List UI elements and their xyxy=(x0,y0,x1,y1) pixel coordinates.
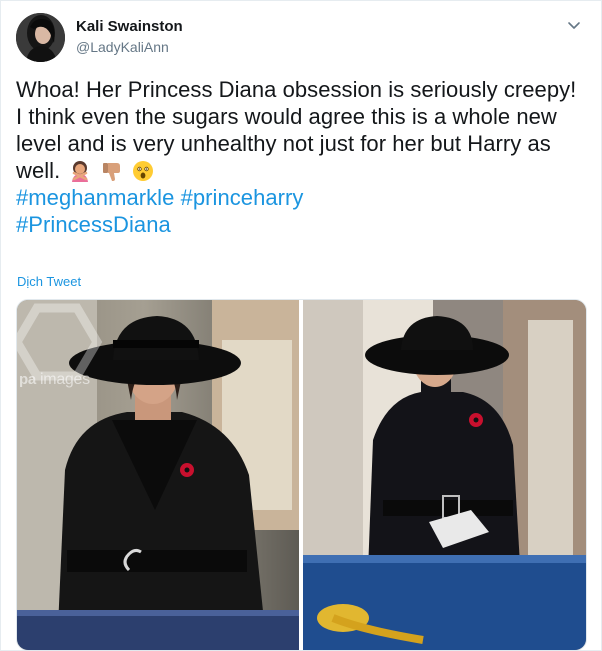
hashtag-meghanmarkle[interactable]: #meghanmarkle xyxy=(16,185,174,210)
hashtag-row: #meghanmarkle #princeharry xyxy=(16,184,591,211)
avatar-image xyxy=(16,13,65,62)
tweet-text-line: level and is very unhealthy not just for… xyxy=(16,131,551,156)
thumbs-down-icon xyxy=(101,160,123,182)
translate-tweet-link[interactable]: Dịch Tweet xyxy=(17,274,81,289)
tweet-card: Kali Swainston @LadyKaliAnn Whoa! Her Pr… xyxy=(0,0,602,651)
hashtag-princeharry[interactable]: #princeharry xyxy=(181,185,304,210)
astonished-face-icon xyxy=(132,160,154,182)
tweet-text-line-last: well. xyxy=(16,157,591,184)
photo-meghan[interactable]: pa images xyxy=(17,300,299,650)
author-name[interactable]: Kali Swainston xyxy=(76,18,183,35)
woman-gesturing-no-icon xyxy=(69,160,91,182)
tweet-text-fragment: well. xyxy=(16,158,61,183)
watermark-light: images xyxy=(35,371,90,388)
photo-diana[interactable] xyxy=(303,300,586,650)
chevron-down-icon[interactable] xyxy=(565,17,583,35)
photo-meghan-image xyxy=(17,300,299,650)
tweet-text: Whoa! Her Princess Diana obsession is se… xyxy=(16,76,591,238)
watermark-bold: pa xyxy=(19,371,36,388)
avatar[interactable] xyxy=(16,13,65,62)
hashtag-princessdiana[interactable]: #PrincessDiana xyxy=(16,212,171,237)
tweet-text-line: I think even the sugars would agree this… xyxy=(16,104,557,129)
media-grid: pa images xyxy=(16,299,587,651)
hashtag-row: #PrincessDiana xyxy=(16,211,591,238)
author-handle[interactable]: @LadyKaliAnn xyxy=(76,39,169,55)
tweet-text-line: Whoa! Her Princess Diana obsession is se… xyxy=(16,77,577,102)
photo-diana-image xyxy=(303,300,586,650)
pa-images-watermark: pa images xyxy=(19,371,90,389)
